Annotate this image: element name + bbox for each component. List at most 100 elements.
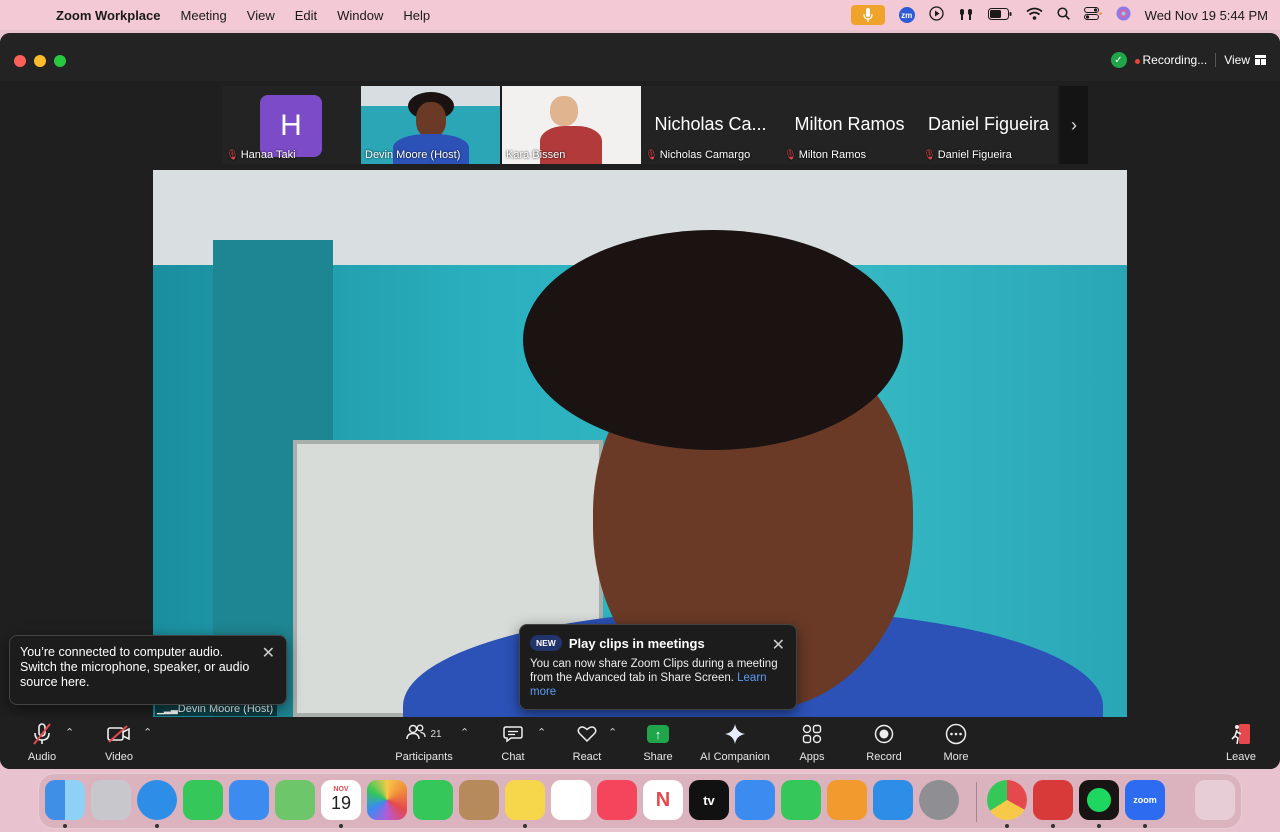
news-icon[interactable]: N <box>643 780 683 820</box>
participant-name: Devin Moore (Host) <box>365 149 460 161</box>
participant-display-name: Daniel Figueira <box>927 114 1050 134</box>
record-icon <box>844 721 924 747</box>
running-indicator <box>1005 824 1009 828</box>
numbers-icon[interactable] <box>781 780 821 820</box>
music-icon[interactable] <box>597 780 637 820</box>
contacts-icon[interactable] <box>459 780 499 820</box>
reminders-icon[interactable] <box>551 780 591 820</box>
tv-icon[interactable]: tv <box>689 780 729 820</box>
participant-tile-kara[interactable]: Kara Bissen <box>502 86 641 164</box>
leave-button[interactable]: Leave <box>1201 721 1280 763</box>
apps-label: Apps <box>799 751 825 763</box>
menu-edit[interactable]: Edit <box>285 8 327 23</box>
more-label: More <box>943 751 969 763</box>
video-options-caret[interactable]: ⌃ <box>143 726 152 739</box>
tv-label: tv <box>703 792 715 808</box>
leave-label: Leave <box>1226 751 1256 763</box>
video-label: Video <box>105 751 133 763</box>
mail-icon[interactable] <box>229 780 269 820</box>
finder-icon[interactable] <box>45 780 85 820</box>
participants-icon <box>406 723 427 746</box>
leave-icon <box>1201 721 1280 747</box>
next-page-button[interactable]: › <box>1060 86 1088 164</box>
calendar-month: NOV <box>333 786 349 793</box>
recording-status[interactable]: Recording... <box>1134 53 1207 67</box>
menu-bar: Zoom Workplace Meeting View Edit Window … <box>0 0 1280 30</box>
battery-icon[interactable] <box>987 7 1012 23</box>
running-indicator <box>1097 824 1101 828</box>
zoom-label: zoom <box>1133 795 1157 805</box>
notes-icon[interactable] <box>505 780 545 820</box>
system-settings-icon[interactable] <box>919 780 959 820</box>
mic-in-use-icon[interactable] <box>850 5 885 25</box>
menu-app-name[interactable]: Zoom Workplace <box>46 8 171 23</box>
running-indicator <box>1051 824 1055 828</box>
app-store-icon[interactable] <box>873 780 913 820</box>
pages-icon[interactable] <box>827 780 867 820</box>
menu-view[interactable]: View <box>237 8 285 23</box>
view-button[interactable]: View <box>1224 53 1266 67</box>
grid-icon <box>1255 55 1266 65</box>
record-button[interactable]: Record <box>844 721 924 763</box>
maps-icon[interactable] <box>275 780 315 820</box>
ai-companion-button[interactable]: AI Companion <box>695 721 775 763</box>
participant-tile-devin[interactable]: Devin Moore (Host) <box>361 86 500 164</box>
zoom-window-button[interactable] <box>54 55 66 67</box>
zoom-meeting-window: ✓ Recording... View H 🎙︎ Hanaa Taki Devin… <box>0 33 1280 769</box>
wifi-icon[interactable] <box>1026 7 1043 23</box>
keynote-icon[interactable] <box>735 780 775 820</box>
participant-tile-hanaa[interactable]: H 🎙︎ Hanaa Taki <box>222 86 361 164</box>
apps-button[interactable]: Apps <box>772 721 852 763</box>
menu-clock[interactable]: Wed Nov 19 5:44 PM <box>1145 8 1268 23</box>
avatar: H <box>260 95 322 157</box>
spotlight-search-icon[interactable] <box>1057 7 1070 23</box>
video-face <box>550 96 578 126</box>
airpods-icon[interactable] <box>958 7 974 24</box>
close-icon[interactable]: ✕ <box>772 635 785 655</box>
minimize-window-button[interactable] <box>34 55 46 67</box>
play-icon[interactable] <box>929 6 944 24</box>
clips-popup: NEW Play clips in meetings You can now s… <box>519 624 797 710</box>
siri-icon[interactable] <box>1116 6 1131 24</box>
calendar-icon[interactable]: NOV 19 <box>321 780 361 820</box>
close-window-button[interactable] <box>14 55 26 67</box>
menu-window[interactable]: Window <box>327 8 393 23</box>
sparkle-icon <box>695 721 775 747</box>
participant-tile-nicholas[interactable]: Nicholas Ca... 🎙︎ Nicholas Camargo <box>641 86 780 164</box>
chrome-icon[interactable] <box>987 780 1027 820</box>
running-indicator <box>63 824 67 828</box>
participant-tile-daniel[interactable]: Daniel Figueira 🎙︎ Daniel Figueira <box>919 86 1058 164</box>
security-shield-icon[interactable]: ✓ <box>1110 52 1127 68</box>
messages-icon[interactable] <box>183 780 223 820</box>
audio-options-caret[interactable]: ⌃ <box>65 726 74 739</box>
menu-meeting[interactable]: Meeting <box>171 8 237 23</box>
control-center-icon[interactable] <box>1083 7 1102 23</box>
running-indicator <box>1143 824 1147 828</box>
trash-icon[interactable] <box>1195 780 1235 820</box>
photo-booth-icon[interactable] <box>1033 780 1073 820</box>
more-icon <box>916 721 996 747</box>
video-face <box>416 102 446 138</box>
participant-tile-milton[interactable]: Milton Ramos 🎙︎ Milton Ramos <box>780 86 919 164</box>
participants-button[interactable]: 21 Participants <box>384 721 464 763</box>
share-button[interactable]: ↑ Share <box>618 721 698 763</box>
participant-name-text: Milton Ramos <box>798 149 866 161</box>
participant-name: 🎙︎ Nicholas Camargo <box>645 149 750 161</box>
apps-icon <box>772 721 852 747</box>
zoom-app-icon[interactable]: zoom <box>1125 780 1165 820</box>
participants-options-caret[interactable]: ⌃ <box>460 726 469 739</box>
menu-help[interactable]: Help <box>393 8 440 23</box>
chat-options-caret[interactable]: ⌃ <box>537 726 546 739</box>
share-label: Share <box>643 751 673 763</box>
launchpad-icon[interactable] <box>91 780 131 820</box>
react-label: React <box>572 751 602 763</box>
react-options-caret[interactable]: ⌃ <box>608 726 617 739</box>
facetime-icon[interactable] <box>413 780 453 820</box>
spotify-icon[interactable] <box>1079 780 1119 820</box>
zoom-status-icon[interactable]: zm <box>898 7 915 23</box>
more-button[interactable]: More <box>916 721 996 763</box>
safari-icon[interactable] <box>137 780 177 820</box>
meeting-controls: Audio ⌃ Video ⌃ 21 Participants ⌃ Chat ⌃ <box>0 717 1280 769</box>
photos-icon[interactable] <box>367 780 407 820</box>
close-icon[interactable]: ✕ <box>262 646 275 662</box>
